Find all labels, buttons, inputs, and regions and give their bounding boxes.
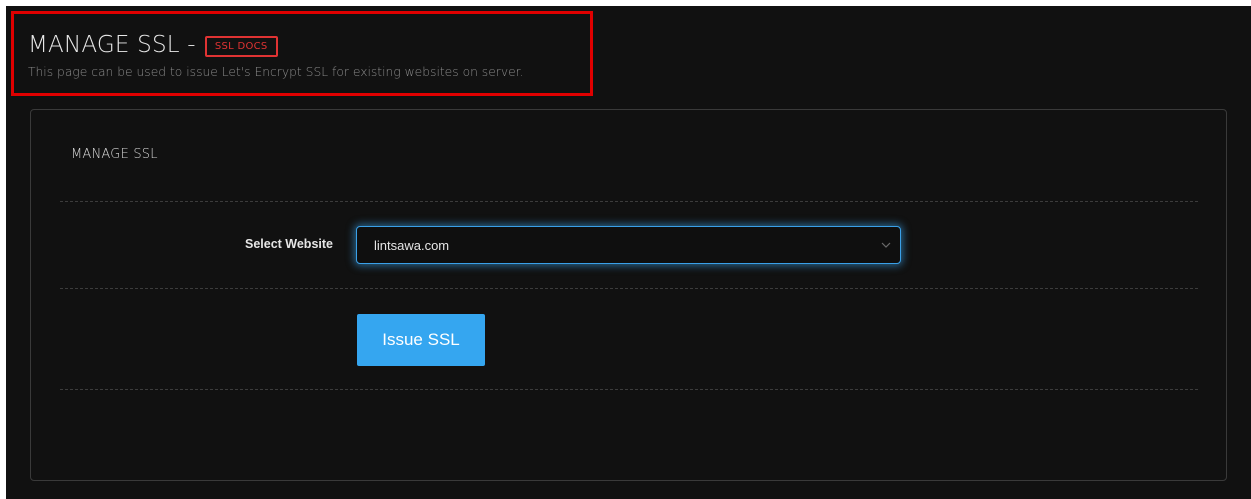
page-title: MANAGE SSL -: [28, 32, 196, 58]
page-header: MANAGE SSL - SSL DOCS: [28, 29, 278, 61]
divider: [60, 201, 1198, 202]
page-description: This page can be used to issue Let's Enc…: [28, 65, 524, 79]
manage-ssl-panel: MANAGE SSL Select Website lintsawa.com I…: [30, 109, 1227, 481]
divider: [60, 288, 1198, 289]
divider: [60, 389, 1198, 390]
page: MANAGE SSL - SSL DOCS This page can be u…: [6, 6, 1251, 499]
website-select-value: lintsawa.com: [374, 237, 450, 253]
select-website-label: Select Website: [244, 237, 333, 251]
website-select[interactable]: lintsawa.com: [356, 226, 901, 264]
panel-title: MANAGE SSL: [71, 147, 158, 162]
chevron-down-icon: [879, 238, 893, 252]
issue-ssl-button[interactable]: Issue SSL: [357, 314, 485, 366]
ssl-docs-link[interactable]: SSL DOCS: [204, 35, 278, 57]
